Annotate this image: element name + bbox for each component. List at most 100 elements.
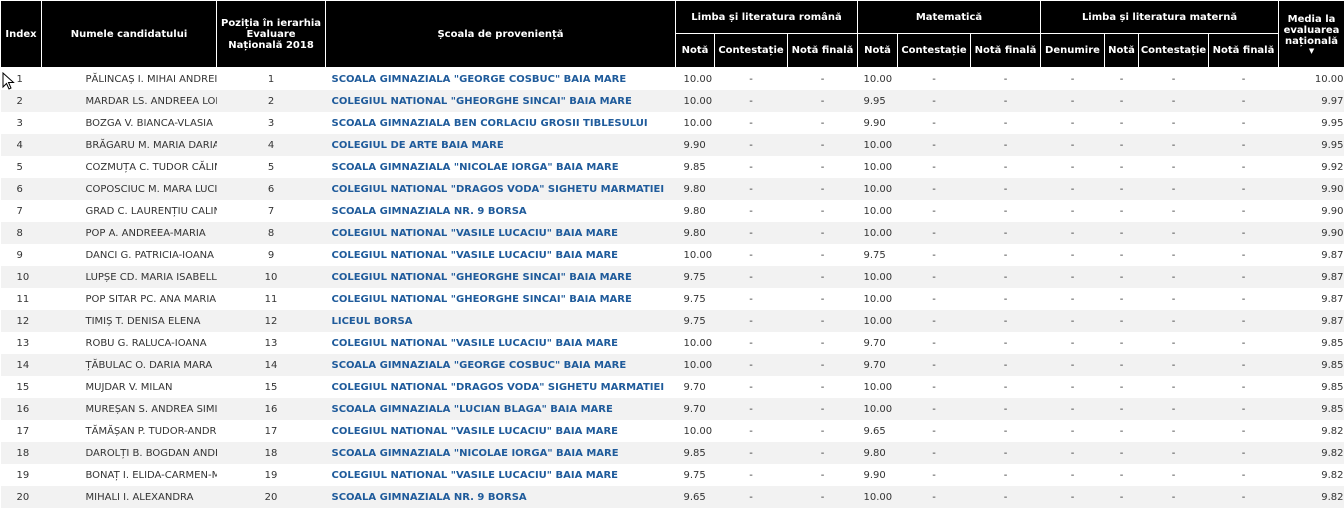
average-cell: 9.90 xyxy=(1278,178,1344,200)
romanian-appeal-cell: - xyxy=(714,178,788,200)
school-link[interactable]: COLEGIUL NATIONAL "VASILE LUCACIU" BAIA … xyxy=(332,338,619,349)
candidate-name-cell: TIMIȘ T. DENISA ELENA xyxy=(41,310,217,332)
school-link[interactable]: COLEGIUL NATIONAL "GHEORGHE SINCAI" BAIA… xyxy=(332,294,632,305)
math-final-grade-cell: - xyxy=(970,398,1041,420)
mother-tongue-final-grade-cell: - xyxy=(1208,288,1279,310)
average-cell: 9.90 xyxy=(1278,200,1344,222)
school-link[interactable]: COLEGIUL NATIONAL "VASILE LUCACIU" BAIA … xyxy=(332,228,619,239)
math-appeal-cell: - xyxy=(897,310,971,332)
math-grade-cell: 9.80 xyxy=(857,442,898,464)
math-grade-cell: 9.65 xyxy=(857,420,898,442)
ranking-position-cell: 15 xyxy=(216,376,326,398)
header-mother-tongue-grade[interactable]: Notă xyxy=(1104,33,1139,68)
school-link[interactable]: COLEGIUL NATIONAL "GHEORGHE SINCAI" BAIA… xyxy=(332,96,632,107)
row-index-cell: 4 xyxy=(0,134,42,156)
math-grade-cell: 9.95 xyxy=(857,90,898,112)
romanian-final-grade-cell: - xyxy=(787,178,858,200)
math-final-grade-cell: - xyxy=(970,90,1041,112)
school-link[interactable]: SCOALA GIMNAZIALA "NICOLAE IORGA" BAIA M… xyxy=(332,162,619,173)
ranking-position-cell: 13 xyxy=(216,332,326,354)
school-link[interactable]: SCOALA GIMNAZIALA BEN CORLACIU GROSII TI… xyxy=(332,118,648,129)
mother-tongue-grade-cell: - xyxy=(1104,67,1139,90)
math-appeal-cell: - xyxy=(897,464,971,486)
math-grade-cell: 10.00 xyxy=(857,376,898,398)
school-link[interactable]: COLEGIUL NATIONAL "VASILE LUCACIU" BAIA … xyxy=(332,470,619,481)
ranking-position-cell: 12 xyxy=(216,310,326,332)
school-link[interactable]: COLEGIUL NATIONAL "GHEORGHE SINCAI" BAIA… xyxy=(332,272,632,283)
mother-tongue-appeal-cell: - xyxy=(1138,398,1209,420)
header-candidate-name[interactable]: Numele candidatului xyxy=(41,0,217,68)
header-ranking-position[interactable]: Poziția în ierarhia Evaluare Națională 2… xyxy=(216,0,326,68)
school-link[interactable]: SCOALA GIMNAZIALA "GEORGE COSBUC" BAIA M… xyxy=(332,360,627,371)
school-link[interactable]: COLEGIUL NATIONAL "VASILE LUCACIU" BAIA … xyxy=(332,250,619,261)
candidate-name-cell: POP A. ANDREEA-MARIA xyxy=(41,222,217,244)
math-grade-cell: 10.00 xyxy=(857,200,898,222)
header-average[interactable]: Media la evaluarea națională ▼ xyxy=(1278,0,1344,68)
table-row: 11 POP SITAR PC. ANA MARIA 11 COLEGIUL NATI… xyxy=(0,288,1344,310)
row-index-cell: 15 xyxy=(0,376,42,398)
header-mother-tongue-final-grade[interactable]: Notă finală xyxy=(1207,33,1280,68)
math-final-grade-cell: - xyxy=(970,420,1041,442)
romanian-grade-cell: 9.75 xyxy=(675,464,715,486)
header-romanian-final-grade[interactable]: Notă finală xyxy=(787,33,858,68)
header-romanian-grade[interactable]: Notă xyxy=(675,33,715,68)
math-final-grade-cell: - xyxy=(970,156,1041,178)
mother-tongue-grade-cell: - xyxy=(1104,486,1139,508)
school-link-cell: COLEGIUL NATIONAL "VASILE LUCACIU" BAIA … xyxy=(325,332,676,354)
school-link[interactable]: SCOALA GIMNAZIALA NR. 9 BORSA xyxy=(332,492,527,503)
header-index[interactable]: Index xyxy=(0,0,42,68)
school-link[interactable]: COLEGIUL NATIONAL "DRAGOS VODA" SIGHETU … xyxy=(332,184,665,195)
header-math-final-grade[interactable]: Notă finală xyxy=(970,33,1041,68)
row-index-cell: 13 xyxy=(0,332,42,354)
header-mother-tongue-name[interactable]: Denumire xyxy=(1040,33,1105,68)
mother-tongue-final-grade-cell: - xyxy=(1208,442,1279,464)
mother-tongue-name-cell: - xyxy=(1040,442,1105,464)
school-link[interactable]: SCOALA GIMNAZIALA "LUCIAN BLAGA" BAIA MA… xyxy=(332,404,613,415)
ranking-position-cell: 14 xyxy=(216,354,326,376)
school-link[interactable]: SCOALA GIMNAZIALA "GEORGE COSBUC" BAIA M… xyxy=(332,74,627,85)
average-cell: 9.82 xyxy=(1278,442,1344,464)
header-math-grade[interactable]: Notă xyxy=(857,33,898,68)
header-math-appeal[interactable]: Contestație xyxy=(897,33,971,68)
candidate-name-cell: PĂLINCAȘ I. MIHAI ANDREI xyxy=(41,67,217,90)
mother-tongue-appeal-cell: - xyxy=(1138,90,1209,112)
math-grade-cell: 10.00 xyxy=(857,156,898,178)
header-mother-tongue-appeal[interactable]: Contestație xyxy=(1138,33,1209,68)
school-link[interactable]: COLEGIUL NATIONAL "DRAGOS VODA" SIGHETU … xyxy=(332,382,665,393)
ranking-position-cell: 4 xyxy=(216,134,326,156)
mother-tongue-name-cell: - xyxy=(1040,134,1105,156)
header-school[interactable]: Școala de proveniență xyxy=(325,0,676,68)
math-final-grade-cell: - xyxy=(970,222,1041,244)
ranking-position-cell: 18 xyxy=(216,442,326,464)
school-link[interactable]: LICEUL BORSA xyxy=(332,316,413,327)
average-cell: 9.82 xyxy=(1278,486,1344,508)
romanian-final-grade-cell: - xyxy=(787,398,858,420)
math-grade-cell: 10.00 xyxy=(857,222,898,244)
math-appeal-cell: - xyxy=(897,332,971,354)
math-final-grade-cell: - xyxy=(970,310,1041,332)
mother-tongue-grade-cell: - xyxy=(1104,442,1139,464)
mother-tongue-appeal-cell: - xyxy=(1138,332,1209,354)
romanian-final-grade-cell: - xyxy=(787,420,858,442)
school-link[interactable]: COLEGIUL DE ARTE BAIA MARE xyxy=(332,140,504,151)
math-appeal-cell: - xyxy=(897,156,971,178)
school-link[interactable]: COLEGIUL NATIONAL "VASILE LUCACIU" BAIA … xyxy=(332,426,619,437)
romanian-appeal-cell: - xyxy=(714,266,788,288)
table-row: 1 PĂLINCAȘ I. MIHAI ANDREI 1 SCOALA GIMNAZI… xyxy=(0,67,1344,90)
school-link[interactable]: SCOALA GIMNAZIALA NR. 9 BORSA xyxy=(332,206,527,217)
school-link[interactable]: SCOALA GIMNAZIALA "NICOLAE IORGA" BAIA M… xyxy=(332,448,619,459)
header-romanian-appeal[interactable]: Contestație xyxy=(714,33,788,68)
school-link-cell: COLEGIUL DE ARTE BAIA MARE xyxy=(325,134,676,156)
mother-tongue-name-cell: - xyxy=(1040,420,1105,442)
candidate-name-cell: POP SITAR PC. ANA MARIA xyxy=(41,288,217,310)
average-cell: 9.87 xyxy=(1278,244,1344,266)
mother-tongue-appeal-cell: - xyxy=(1138,486,1209,508)
romanian-appeal-cell: - xyxy=(714,156,788,178)
mother-tongue-name-cell: - xyxy=(1040,266,1105,288)
math-appeal-cell: - xyxy=(897,486,971,508)
math-appeal-cell: - xyxy=(897,266,971,288)
romanian-final-grade-cell: - xyxy=(787,442,858,464)
school-link-cell: LICEUL BORSA xyxy=(325,310,676,332)
table-row: 10 LUPȘE CD. MARIA ISABELLA 10 COLEGIUL NAT… xyxy=(0,266,1344,288)
mother-tongue-name-cell: - xyxy=(1040,90,1105,112)
